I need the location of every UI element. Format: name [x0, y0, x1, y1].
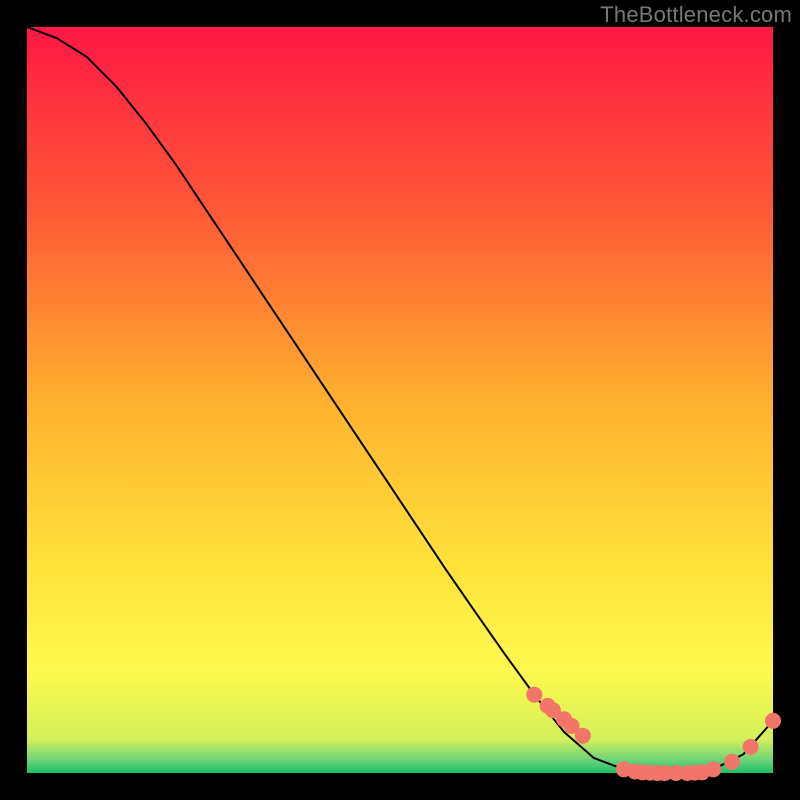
chart-background: [27, 27, 773, 773]
chart-frame: TheBottleneck.com: [0, 0, 800, 800]
bottleneck-chart: [0, 0, 800, 800]
marker-point: [765, 713, 781, 729]
marker-point: [743, 739, 759, 755]
marker-point: [724, 754, 740, 770]
marker-point: [705, 761, 721, 777]
marker-point: [526, 687, 542, 703]
marker-point: [575, 728, 591, 744]
